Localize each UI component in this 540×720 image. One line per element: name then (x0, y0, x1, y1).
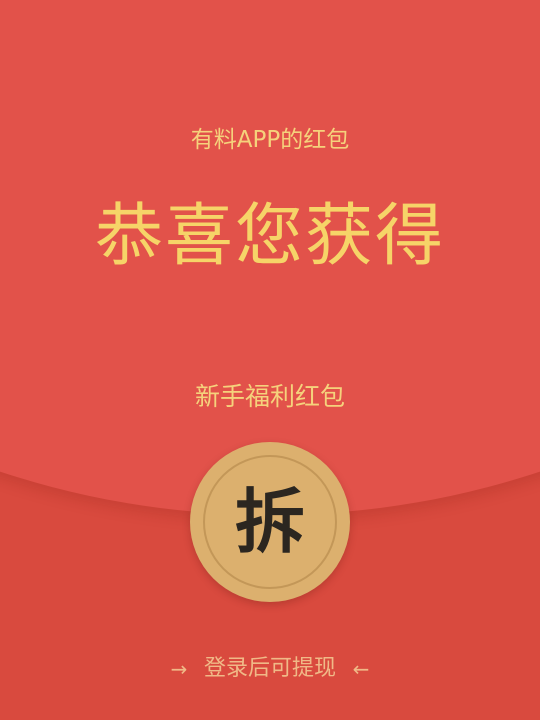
open-button[interactable]: 拆 (190, 442, 350, 602)
login-to-withdraw[interactable]: → 登录后可提现 ← (0, 652, 540, 686)
envelope-content: 有料APP的红包 恭喜您获得 新手福利红包 拆 → 登录后可提现 ← (0, 0, 540, 720)
red-envelope: 有料APP的红包 恭喜您获得 新手福利红包 拆 → 登录后可提现 ← (0, 0, 540, 720)
open-button-label: 拆 (235, 481, 305, 563)
subtitle: 新手福利红包 (194, 382, 345, 411)
footer-text: 登录后可提现 (203, 656, 336, 681)
arrow-left-icon: ← (352, 657, 370, 681)
arrow-right-icon: → (170, 657, 188, 681)
sender-label: 有料APP的红包 (190, 127, 350, 153)
headline: 恭喜您获得 (94, 197, 445, 276)
